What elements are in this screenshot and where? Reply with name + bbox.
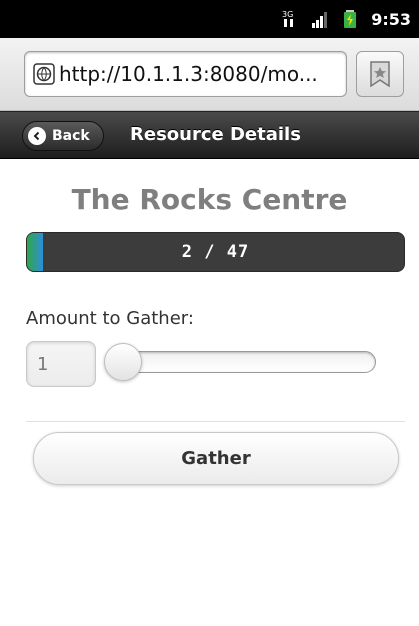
back-button-label: Back (52, 128, 90, 144)
progress-label: 2 / 47 (181, 242, 250, 262)
page-title: Resource Details (130, 124, 301, 145)
battery-charging-icon (344, 10, 357, 28)
bookmark-button[interactable] (356, 51, 404, 97)
bookmark-star-icon (370, 61, 390, 88)
gather-button[interactable]: Gather (33, 432, 399, 485)
url-text: http://10.1.1.3:8080/mo... (59, 62, 318, 86)
amount-label: Amount to Gather: (26, 308, 194, 329)
divider (26, 421, 405, 422)
amount-slider-thumb[interactable] (104, 343, 142, 381)
resource-progress-bar: 2 / 47 (26, 232, 405, 272)
status-bar: 3G 9:53 (0, 0, 419, 38)
app-header: Back Resource Details (0, 111, 419, 159)
svg-text:3G: 3G (282, 10, 293, 19)
amount-input[interactable] (26, 341, 96, 387)
amount-slider-track[interactable] (120, 351, 376, 373)
app-screen: 3G 9:53 http://10.1.1.3:8080/mo... Back … (0, 0, 419, 626)
resource-details: The Rocks Centre 2 / 47 Amount to Gather… (0, 159, 419, 626)
network-3g-icon: 3G (282, 10, 294, 27)
signal-strength-icon (312, 12, 328, 28)
back-button[interactable]: Back (22, 121, 104, 151)
resource-name: The Rocks Centre (71, 183, 348, 216)
url-field[interactable]: http://10.1.1.3:8080/mo... (24, 51, 347, 97)
browser-toolbar: http://10.1.1.3:8080/mo... (0, 38, 419, 111)
status-time: 9:53 (371, 9, 411, 29)
chevron-left-icon (28, 127, 46, 145)
globe-icon (33, 63, 55, 85)
